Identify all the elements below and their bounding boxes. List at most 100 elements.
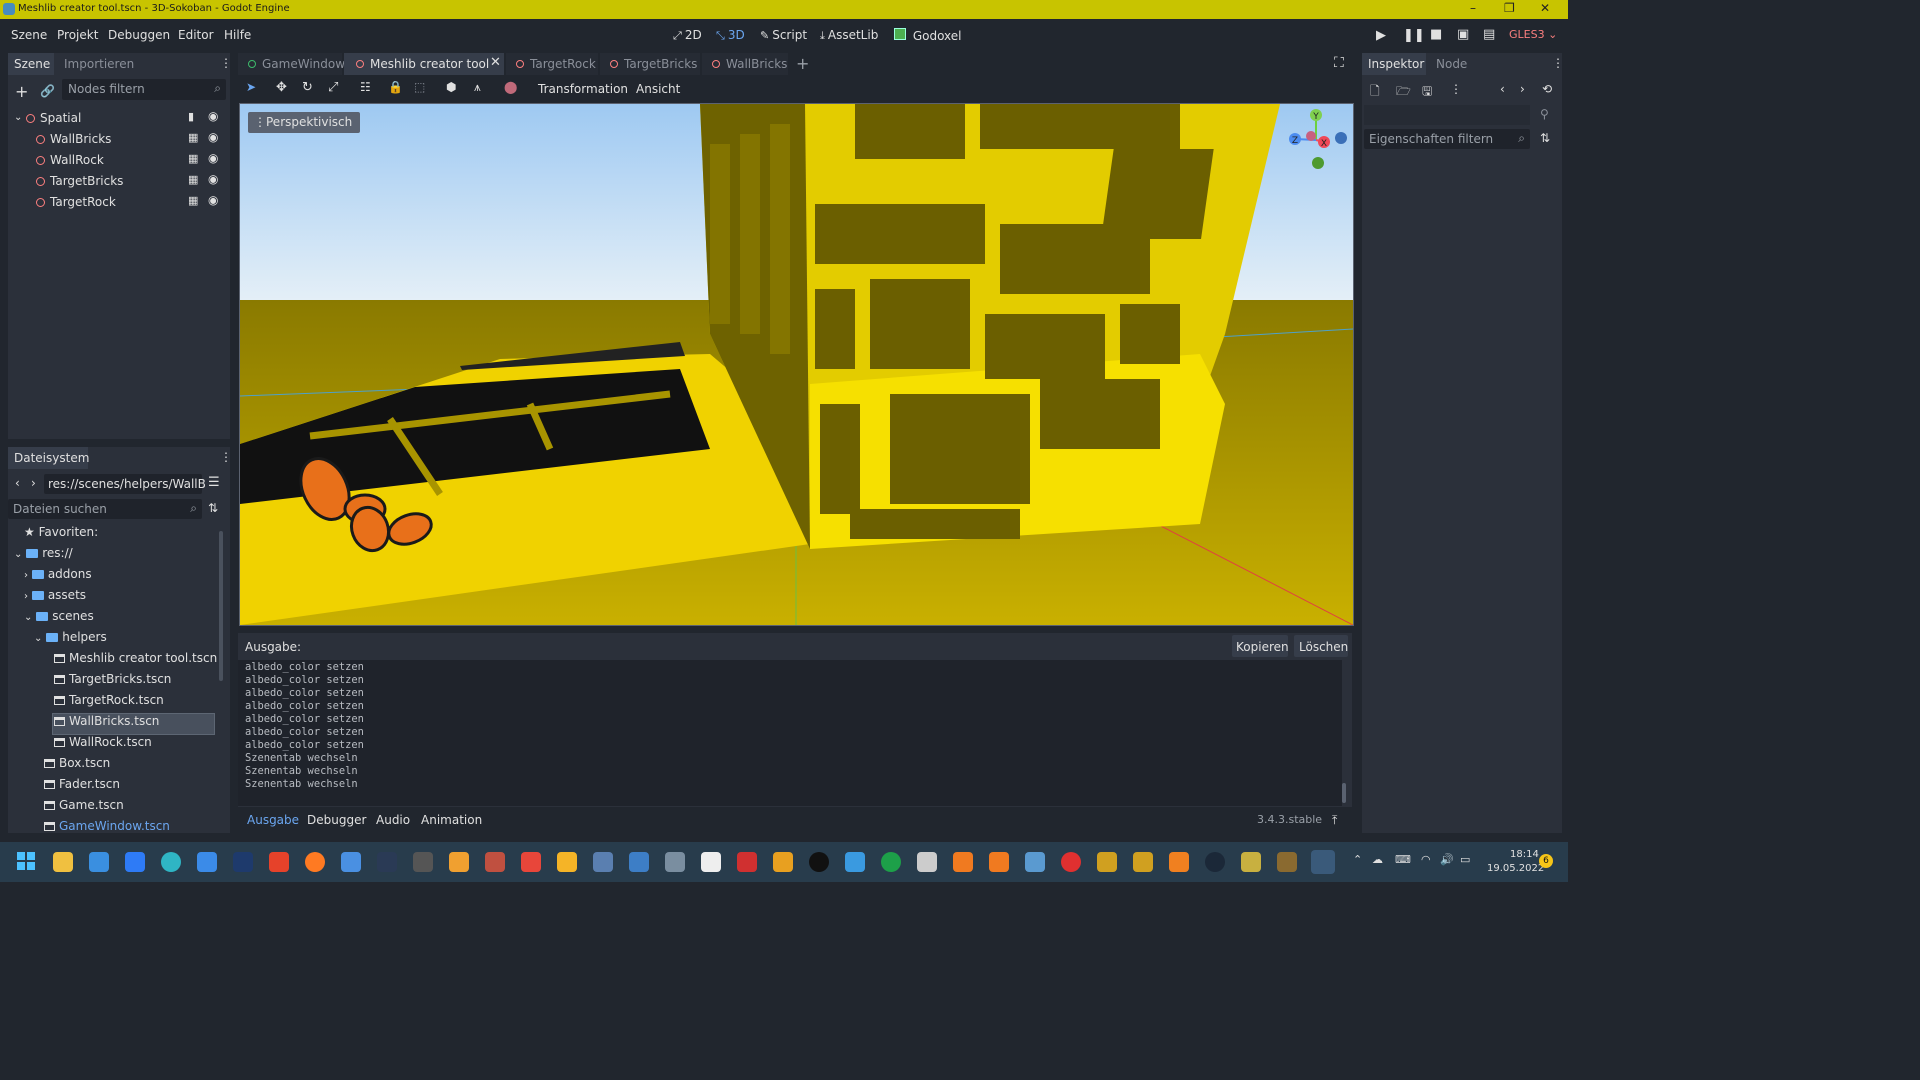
view-perspective-button[interactable]: ⋮ Perspektivisch bbox=[248, 112, 361, 133]
app-icon-3[interactable] bbox=[413, 852, 433, 872]
output-scrollbar[interactable] bbox=[1342, 783, 1346, 803]
renderer-select[interactable]: GLES3 ⌄ bbox=[1509, 28, 1557, 41]
move-tool-icon[interactable]: ✥ bbox=[276, 80, 287, 95]
history-forward-icon[interactable]: › bbox=[1520, 82, 1525, 96]
menu-editor[interactable]: Editor bbox=[178, 28, 214, 42]
tab-inspektor[interactable]: Inspektor bbox=[1368, 57, 1424, 71]
new-resource-icon[interactable]: 🗋 bbox=[1370, 82, 1380, 103]
forward-arrow-icon[interactable]: › bbox=[31, 476, 36, 490]
fs-file-targetrock[interactable]: TargetRock.tscn bbox=[54, 693, 164, 714]
mode-script-button[interactable]: ✎ Script bbox=[760, 28, 807, 42]
wifi-icon[interactable]: ◠ bbox=[1421, 853, 1431, 866]
mode-assetlib-button[interactable]: ⤓ AssetLib bbox=[820, 28, 878, 43]
lock-icon[interactable]: 🔒 bbox=[388, 80, 403, 94]
bottom-tab-debugger[interactable]: Debugger bbox=[307, 813, 366, 827]
sort-icon[interactable]: ⇅ bbox=[1540, 131, 1550, 145]
files-search-input[interactable]: Dateien suchen ⌕ bbox=[8, 499, 202, 519]
fs-file-gamewindow[interactable]: GameWindow.tscn bbox=[44, 819, 170, 833]
app-icon-10[interactable] bbox=[845, 852, 865, 872]
keyboard-icon[interactable]: ⌨ bbox=[1395, 853, 1411, 866]
firefox-icon[interactable] bbox=[305, 852, 325, 872]
media-player-icon[interactable] bbox=[809, 852, 829, 872]
bottom-tab-ausgabe[interactable]: Ausgabe bbox=[247, 813, 299, 827]
app-icon-13[interactable] bbox=[989, 852, 1009, 872]
fs-file-box[interactable]: Box.tscn bbox=[44, 756, 110, 777]
view-menu[interactable]: Ansicht bbox=[636, 82, 680, 96]
app-icon-9[interactable] bbox=[773, 852, 793, 872]
fs-folder-addons[interactable]: › addons bbox=[24, 567, 92, 588]
group-icon[interactable]: ⬚ bbox=[414, 80, 425, 94]
list-select-icon[interactable]: ☷ bbox=[360, 80, 371, 94]
visibility-eye-icon[interactable]: ◉ bbox=[208, 109, 218, 123]
fs-file-wallrock[interactable]: WallRock.tscn bbox=[54, 735, 152, 756]
app-icon-8[interactable] bbox=[737, 852, 757, 872]
app-icon-7[interactable] bbox=[665, 852, 685, 872]
menu-szene[interactable]: Szene bbox=[11, 28, 47, 42]
notification-badge[interactable]: 6 bbox=[1539, 854, 1553, 868]
instance-scene-icon[interactable]: ▦ bbox=[188, 173, 198, 186]
add-tab-button[interactable]: + bbox=[796, 54, 809, 73]
3d-viewport[interactable]: ⋮ Perspektivisch Y X Z bbox=[239, 103, 1354, 626]
fs-folder-res[interactable]: ⌄ res:// bbox=[14, 546, 73, 567]
path-field[interactable]: res://scenes/helpers/WallB bbox=[44, 474, 206, 494]
copy-output-button[interactable]: Kopieren bbox=[1232, 635, 1289, 657]
add-node-button[interactable]: + bbox=[15, 82, 28, 101]
play-custom-scene-icon[interactable]: ▤ bbox=[1483, 27, 1495, 42]
dock-menu-icon[interactable]: ⋮ bbox=[220, 450, 230, 464]
instance-scene-icon[interactable]: ▦ bbox=[188, 152, 198, 165]
app-icon-6[interactable] bbox=[557, 852, 577, 872]
mail-icon[interactable] bbox=[197, 852, 217, 872]
object-properties-icon[interactable]: ⚲ bbox=[1540, 107, 1549, 121]
ea-icon[interactable] bbox=[1061, 852, 1081, 872]
clock-date[interactable]: 19.05.2022 bbox=[1487, 863, 1544, 874]
volume-icon[interactable]: 🔊 bbox=[1440, 853, 1454, 866]
fs-folder-assets[interactable]: › assets bbox=[24, 588, 86, 609]
fs-folder-helpers[interactable]: ⌄ helpers bbox=[34, 630, 107, 651]
inkscape-icon[interactable] bbox=[377, 852, 397, 872]
tab-dateisystem[interactable]: Dateisystem bbox=[14, 451, 89, 465]
instance-scene-icon[interactable]: ▦ bbox=[188, 194, 198, 207]
scene-tab-targetbricks[interactable]: TargetBricks bbox=[600, 53, 700, 75]
play-scene-icon[interactable]: ▣ bbox=[1457, 27, 1469, 42]
collapse-arrow-icon[interactable]: ⌄ bbox=[14, 112, 22, 123]
mode-godoxel-button[interactable]: Godoxel bbox=[894, 28, 962, 43]
maximize-button[interactable]: ❐ bbox=[1504, 1, 1515, 15]
godot-taskbar-icon[interactable] bbox=[1311, 850, 1335, 874]
fs-file-wallbricks[interactable]: WallBricks.tscn bbox=[54, 714, 159, 735]
back-arrow-icon[interactable]: ‹ bbox=[15, 476, 20, 490]
preview-sun-icon[interactable]: ⬤ bbox=[504, 80, 517, 94]
menu-projekt[interactable]: Projekt bbox=[57, 28, 98, 42]
axis-gizmo[interactable]: Y X Z bbox=[1283, 107, 1349, 173]
minimize-button[interactable]: – bbox=[1470, 1, 1476, 15]
scale-tool-icon[interactable]: ⤢ bbox=[328, 80, 338, 95]
tab-node[interactable]: Node bbox=[1436, 57, 1467, 71]
steam-icon[interactable] bbox=[1205, 852, 1225, 872]
split-view-icon[interactable]: ☰ bbox=[208, 475, 220, 490]
fs-scrollbar[interactable] bbox=[219, 531, 223, 681]
cloud-icon[interactable]: ☁ bbox=[1372, 853, 1383, 866]
close-tab-icon[interactable]: ✕ bbox=[490, 55, 501, 70]
more-options-icon[interactable]: ⋮ bbox=[1450, 82, 1462, 96]
paw-icon[interactable] bbox=[701, 852, 721, 872]
visibility-eye-icon[interactable]: ◉ bbox=[208, 130, 218, 144]
app-icon-11[interactable] bbox=[917, 852, 937, 872]
xbox-icon[interactable] bbox=[881, 852, 901, 872]
app-icon-2[interactable] bbox=[341, 852, 361, 872]
nodes-filter-input[interactable]: Nodes filtern ⌕ bbox=[62, 79, 226, 100]
mode-3d-button[interactable]: ⤡ 3D bbox=[716, 28, 745, 43]
local-space-icon[interactable]: ⬢ bbox=[446, 80, 456, 94]
office-icon[interactable] bbox=[269, 852, 289, 872]
scene-tab-wallbricks[interactable]: WallBricks bbox=[702, 53, 788, 75]
stop-icon[interactable]: ■ bbox=[1430, 27, 1442, 42]
app-icon-4[interactable] bbox=[485, 852, 505, 872]
fs-file-game[interactable]: Game.tscn bbox=[44, 798, 124, 819]
mode-2d-button[interactable]: ⤢ 2D bbox=[673, 28, 702, 43]
instance-scene-icon[interactable]: ▦ bbox=[188, 131, 198, 144]
sort-icon[interactable]: ⇅ bbox=[208, 501, 218, 515]
app-icon-5[interactable] bbox=[521, 852, 541, 872]
app-icon-1[interactable] bbox=[233, 852, 253, 872]
store-icon[interactable] bbox=[89, 852, 109, 872]
pause-icon[interactable]: ❚❚ bbox=[1403, 28, 1425, 43]
visibility-eye-icon[interactable]: ◉ bbox=[208, 193, 218, 207]
visibility-eye-icon[interactable]: ◉ bbox=[208, 151, 218, 165]
